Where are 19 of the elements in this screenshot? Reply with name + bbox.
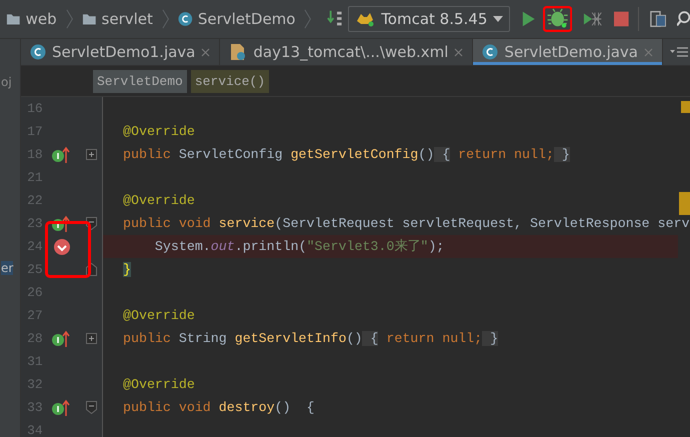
code-line: public ServletConfig getServletConfig() { return null; }: [122, 146, 571, 164]
panel-text: er: [1, 261, 14, 275]
run-configuration-dropdown[interactable]: Tomcat 8.5.45: [348, 6, 510, 32]
editor-tab[interactable]: ServletDemo.java: [473, 39, 663, 65]
code-line: @Override: [122, 123, 196, 141]
breadcrumb-chip[interactable]: ServletDemo: [93, 70, 187, 92]
code-line: @Override: [122, 376, 196, 394]
code-line: @Override: [122, 307, 196, 325]
breadcrumb-item[interactable]: ServletDemo: [198, 10, 296, 28]
breadcrumb-item[interactable]: servlet: [102, 10, 153, 28]
editor-tab[interactable]: ServletDemo1.java: [21, 39, 220, 65]
panel-text: oj: [1, 75, 12, 89]
code-line: public void service(ServletRequest servletRequest, ServletResponse serv: [122, 215, 690, 233]
code-line: public void destroy() {: [122, 399, 316, 417]
editor-tab[interactable]: day13_tomcat\...\web.xml: [220, 39, 474, 65]
code-line: public String getServletInfo() { return null; }: [122, 330, 500, 348]
breadcrumb-chip[interactable]: service(): [190, 70, 270, 92]
code-line: @Override: [122, 192, 196, 210]
breadcrumb-item[interactable]: web: [26, 10, 57, 28]
